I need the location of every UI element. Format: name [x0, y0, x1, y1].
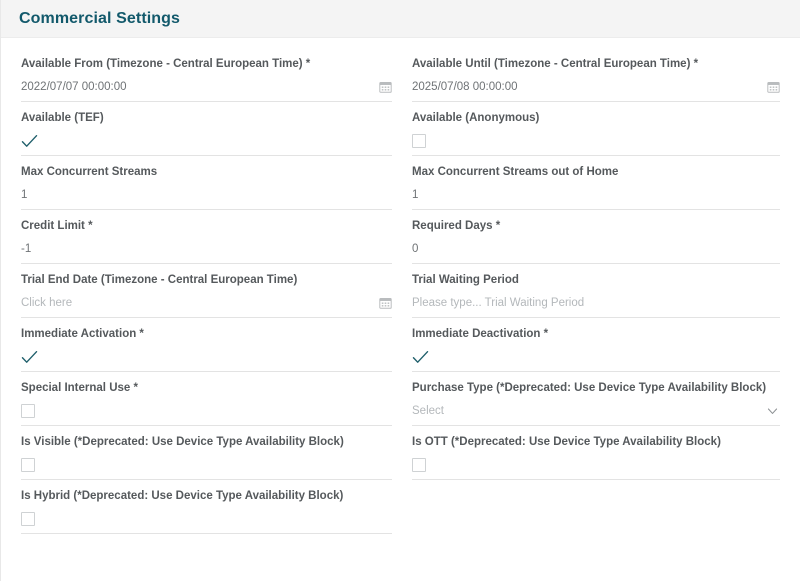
- field-available-tef: Available (TEF): [21, 102, 392, 156]
- field-control-available-until[interactable]: 2025/07/08 00:00:00: [412, 73, 780, 102]
- page-title: Commercial Settings: [19, 10, 180, 28]
- calendar-icon[interactable]: [379, 81, 392, 94]
- field-label-trial-waiting-period: Trial Waiting Period: [412, 273, 780, 287]
- field-available-anonymous: Available (Anonymous): [412, 102, 780, 156]
- field-placeholder-trial-waiting-period: Please type... Trial Waiting Period: [412, 296, 584, 310]
- checkbox-box-is-visible[interactable]: [21, 458, 35, 472]
- field-label-special-internal-use: Special Internal Use *: [21, 381, 392, 395]
- field-is-visible: Is Visible (*Deprecated: Use Device Type…: [21, 426, 392, 480]
- field-control-purchase-type[interactable]: Select: [412, 397, 780, 426]
- field-available-until: Available Until (Timezone - Central Euro…: [412, 48, 780, 102]
- field-placeholder-trial-end-date: Click here: [21, 296, 72, 310]
- checkmark-toggle-available-tef[interactable]: [21, 127, 392, 156]
- checkmark-toggle-immediate-deactivation[interactable]: [412, 343, 780, 372]
- checkmark-toggle-immediate-activation[interactable]: [21, 343, 392, 372]
- field-label-is-ott: Is OTT (*Deprecated: Use Device Type Ava…: [412, 435, 780, 449]
- field-control-max-concurrent-streams-out-of-home[interactable]: 1: [412, 181, 780, 210]
- field-control-trial-waiting-period[interactable]: Please type... Trial Waiting Period: [412, 289, 780, 318]
- field-control-credit-limit[interactable]: -1: [21, 235, 392, 264]
- field-control-required-days[interactable]: 0: [412, 235, 780, 264]
- field-value-available-until: 2025/07/08 00:00:00: [412, 80, 518, 94]
- check-icon[interactable]: [21, 350, 38, 365]
- field-value-required-days: 0: [412, 242, 418, 256]
- checkbox-available-anonymous[interactable]: [412, 127, 780, 156]
- field-label-credit-limit: Credit Limit *: [21, 219, 392, 233]
- field-label-max-concurrent-streams: Max Concurrent Streams: [21, 165, 392, 179]
- panel-header: Commercial Settings: [1, 0, 800, 38]
- field-label-max-concurrent-streams-out-of-home: Max Concurrent Streams out of Home: [412, 165, 780, 179]
- field-label-immediate-deactivation: Immediate Deactivation *: [412, 327, 780, 341]
- field-label-available-anonymous: Available (Anonymous): [412, 111, 780, 125]
- field-label-purchase-type: Purchase Type (*Deprecated: Use Device T…: [412, 381, 780, 395]
- field-trial-waiting-period: Trial Waiting Period Please type... Trial…: [412, 264, 780, 318]
- checkbox-box-is-ott[interactable]: [412, 458, 426, 472]
- form-body: Available From (Timezone - Central Europ…: [1, 38, 800, 534]
- checkbox-is-visible[interactable]: [21, 451, 392, 480]
- calendar-icon[interactable]: [767, 81, 780, 94]
- field-special-internal-use: Special Internal Use *: [21, 372, 392, 426]
- field-value-available-from: 2022/07/07 00:00:00: [21, 80, 127, 94]
- checkbox-is-ott[interactable]: [412, 451, 780, 480]
- checkbox-special-internal-use[interactable]: [21, 397, 392, 426]
- field-label-available-from: Available From (Timezone - Central Europ…: [21, 57, 392, 71]
- field-immediate-deactivation: Immediate Deactivation *: [412, 318, 780, 372]
- field-is-hybrid: Is Hybrid (*Deprecated: Use Device Type …: [21, 480, 392, 534]
- field-label-immediate-activation: Immediate Activation *: [21, 327, 392, 341]
- check-icon[interactable]: [21, 134, 38, 149]
- field-label-required-days: Required Days *: [412, 219, 780, 233]
- field-available-from: Available From (Timezone - Central Europ…: [21, 48, 392, 102]
- field-value-max-concurrent-streams-out-of-home: 1: [412, 188, 418, 202]
- calendar-icon[interactable]: [379, 297, 392, 310]
- field-value-max-concurrent-streams: 1: [21, 188, 27, 202]
- checkbox-box-available-anonymous[interactable]: [412, 134, 426, 148]
- checkbox-box-is-hybrid[interactable]: [21, 512, 35, 526]
- field-required-days: Required Days * 0: [412, 210, 780, 264]
- commercial-settings-panel: Commercial Settings Available From (Time…: [0, 0, 800, 581]
- field-control-max-concurrent-streams[interactable]: 1: [21, 181, 392, 210]
- field-control-available-from[interactable]: 2022/07/07 00:00:00: [21, 73, 392, 102]
- field-label-is-hybrid: Is Hybrid (*Deprecated: Use Device Type …: [21, 489, 392, 503]
- field-label-trial-end-date: Trial End Date (Timezone - Central Europ…: [21, 273, 392, 287]
- checkbox-is-hybrid[interactable]: [21, 505, 392, 534]
- field-label-is-visible: Is Visible (*Deprecated: Use Device Type…: [21, 435, 392, 449]
- field-trial-end-date: Trial End Date (Timezone - Central Europ…: [21, 264, 392, 318]
- empty-cell: [412, 480, 780, 534]
- field-max-concurrent-streams: Max Concurrent Streams 1: [21, 156, 392, 210]
- field-is-ott: Is OTT (*Deprecated: Use Device Type Ava…: [412, 426, 780, 480]
- field-label-available-until: Available Until (Timezone - Central Euro…: [412, 57, 780, 71]
- field-placeholder-purchase-type: Select: [412, 404, 444, 418]
- field-immediate-activation: Immediate Activation *: [21, 318, 392, 372]
- chevron-down-icon[interactable]: [766, 405, 779, 418]
- field-control-trial-end-date[interactable]: Click here: [21, 289, 392, 318]
- field-max-concurrent-streams-out-of-home: Max Concurrent Streams out of Home 1: [412, 156, 780, 210]
- field-label-available-tef: Available (TEF): [21, 111, 392, 125]
- check-icon[interactable]: [412, 350, 429, 365]
- field-purchase-type: Purchase Type (*Deprecated: Use Device T…: [412, 372, 780, 426]
- field-value-credit-limit: -1: [21, 242, 31, 256]
- commercial-settings-form: Available From (Timezone - Central Europ…: [21, 48, 780, 534]
- field-credit-limit: Credit Limit * -1: [21, 210, 392, 264]
- checkbox-box-special-internal-use[interactable]: [21, 404, 35, 418]
